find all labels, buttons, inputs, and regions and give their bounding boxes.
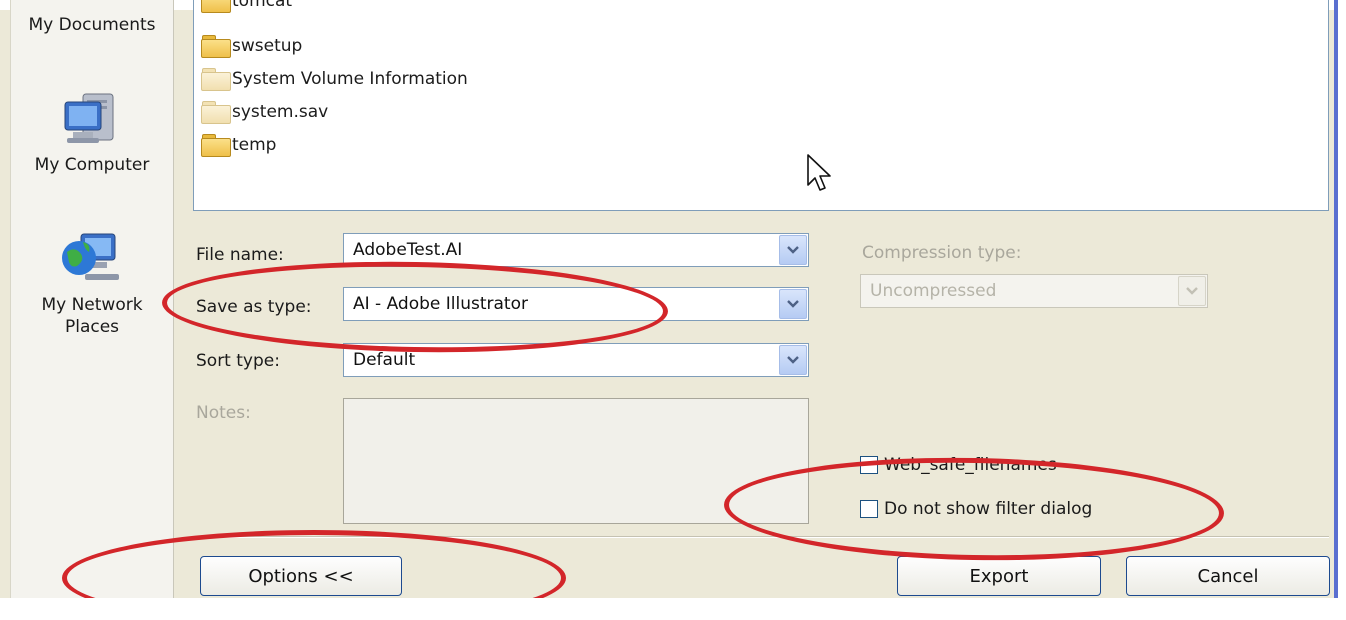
- file-name: tomcat: [232, 0, 293, 11]
- file-name: system.sav: [232, 102, 329, 122]
- file-name-value: AdobeTest.AI: [353, 240, 463, 260]
- sort-type-value: Default: [353, 350, 416, 370]
- list-item[interactable]: System Volume Information: [200, 64, 468, 94]
- file-name: temp: [232, 135, 277, 155]
- file-list[interactable]: tomcat swsetup System Volume Information…: [193, 0, 1329, 211]
- network-places-icon: [62, 233, 119, 280]
- my-computer-icon: [64, 93, 114, 143]
- list-item[interactable]: tomcat: [200, 0, 292, 16]
- mouse-cursor-icon: [807, 154, 831, 191]
- place-my-computer[interactable]: My Computer: [11, 90, 173, 176]
- place-label: My Documents: [28, 15, 156, 35]
- highlight-ellipse-save-as-type: [161, 257, 669, 357]
- notes-label: Notes:: [196, 403, 251, 423]
- places-bar: My Documents My Computer My Network Plac…: [10, 0, 174, 598]
- place-my-network-places[interactable]: My Network Places: [11, 228, 173, 338]
- chevron-down-icon[interactable]: [779, 345, 807, 375]
- highlight-ellipse-filter-dialog: [723, 453, 1225, 565]
- place-label: My Computer: [34, 155, 150, 175]
- place-label-line2: Places: [64, 317, 120, 337]
- sort-type-label: Sort type:: [196, 351, 280, 371]
- list-item[interactable]: system.sav: [200, 97, 328, 127]
- list-item[interactable]: temp: [200, 130, 276, 160]
- compression-type-label: Compression type:: [862, 243, 1022, 263]
- compression-type-value: Uncompressed: [870, 281, 997, 301]
- export-button[interactable]: Export: [897, 556, 1101, 596]
- export-dialog: My Documents My Computer My Network Plac…: [0, 0, 1346, 620]
- cancel-button[interactable]: Cancel: [1126, 556, 1330, 596]
- place-my-documents[interactable]: My Documents: [11, 14, 173, 36]
- folder-icon: [200, 68, 231, 91]
- chevron-down-icon[interactable]: [779, 235, 807, 265]
- file-name: System Volume Information: [232, 69, 468, 89]
- file-name: swsetup: [232, 36, 303, 56]
- folder-icon: [200, 35, 231, 58]
- compression-type-select: Uncompressed: [860, 274, 1208, 308]
- folder-icon: [200, 101, 231, 124]
- chevron-down-icon[interactable]: [779, 289, 807, 319]
- folder-icon: [200, 134, 231, 157]
- file-name-label: File name:: [196, 245, 284, 265]
- chevron-down-icon: [1178, 276, 1206, 306]
- place-label-line1: My Network: [41, 295, 143, 315]
- list-item[interactable]: swsetup: [200, 31, 302, 61]
- folder-icon: [200, 0, 231, 13]
